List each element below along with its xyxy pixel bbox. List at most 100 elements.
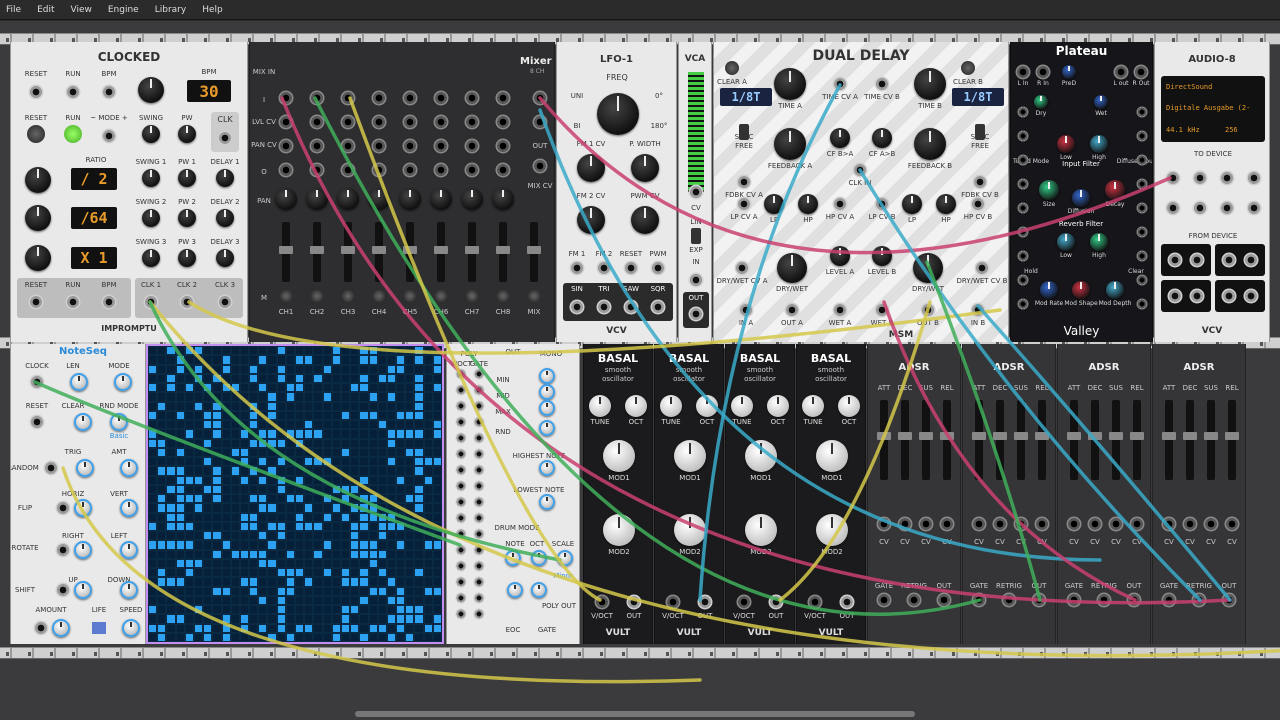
- audio-sample-rate[interactable]: 44.1 kHz: [1166, 126, 1200, 134]
- retrig-jack[interactable]: [1191, 592, 1207, 608]
- clear-b-button[interactable]: [961, 61, 975, 75]
- noteseq-jack[interactable]: [43, 460, 59, 476]
- pw-2-knob[interactable]: [178, 209, 196, 227]
- tune-knob[interactable]: [731, 395, 753, 417]
- mod1-knob[interactable]: [674, 440, 706, 472]
- hp-a-knob[interactable]: [798, 194, 818, 214]
- clk2-out-jack[interactable]: [179, 294, 195, 310]
- adsr-slider[interactable]: [1035, 400, 1049, 480]
- mod1-knob[interactable]: [745, 440, 777, 472]
- mixer-out-jack-3[interactable]: [340, 162, 356, 178]
- noteseq-jack[interactable]: [55, 582, 71, 598]
- noteseq-out-knob[interactable]: [505, 550, 521, 566]
- dry-wet-b-knob[interactable]: [913, 253, 943, 283]
- mixer-pan-knob-1[interactable]: [275, 188, 297, 210]
- poly-out-jack[interactable]: [455, 528, 467, 540]
- from-device-jack[interactable]: [1167, 288, 1183, 304]
- noteseq-jack[interactable]: [55, 542, 71, 558]
- mixer-out-jack-7[interactable]: [464, 162, 480, 178]
- osc-out-jack[interactable]: [768, 594, 784, 610]
- vca-cv-jack[interactable]: [688, 184, 704, 200]
- mixer-lvl-cv-jack-3[interactable]: [340, 114, 356, 130]
- plateau-cv-jack[interactable]: [1136, 298, 1148, 310]
- retrig-jack[interactable]: [1096, 592, 1112, 608]
- mixer-lvl-cv-jack-6[interactable]: [433, 114, 449, 130]
- adsr-slider[interactable]: [940, 400, 954, 480]
- oct-knob[interactable]: [625, 395, 647, 417]
- crossfeed-b-a-knob[interactable]: [830, 128, 850, 148]
- plateau-cv-jack[interactable]: [1136, 202, 1148, 214]
- adsr-cv-jack[interactable]: [918, 516, 934, 532]
- plateau-cv-jack[interactable]: [1017, 106, 1029, 118]
- v-oct-jack[interactable]: [665, 594, 681, 610]
- osc-out-jack[interactable]: [697, 594, 713, 610]
- noteseq-knob[interactable]: [76, 459, 94, 477]
- adsr-slider[interactable]: [1109, 400, 1123, 480]
- in-a-jack[interactable]: [738, 302, 754, 318]
- adsr-slider[interactable]: [1014, 400, 1028, 480]
- mixer-pan-knob-7[interactable]: [461, 188, 483, 210]
- ratio-2-knob[interactable]: [25, 205, 51, 231]
- from-device-jack[interactable]: [1221, 252, 1237, 268]
- adsr-slider[interactable]: [1183, 400, 1197, 480]
- osc-out-jack[interactable]: [626, 594, 642, 610]
- master-tempo-knob[interactable]: [138, 77, 164, 103]
- plateau-knob[interactable]: [1072, 189, 1090, 207]
- sqr-out-jack[interactable]: [650, 299, 666, 315]
- delay-1-knob[interactable]: [216, 169, 234, 187]
- plateau-knob[interactable]: [1094, 95, 1108, 109]
- feedback-b-knob[interactable]: [914, 128, 946, 160]
- run-out-jack[interactable]: [65, 294, 81, 310]
- v-oct-jack[interactable]: [736, 594, 752, 610]
- noteseq-jack[interactable]: [55, 500, 71, 516]
- from-device-jack[interactable]: [1243, 252, 1259, 268]
- level-b-knob[interactable]: [872, 246, 892, 266]
- plateau-knob[interactable]: [1105, 180, 1125, 200]
- mixer-lvl-cv-jack-7[interactable]: [464, 114, 480, 130]
- dry-wet-cv-b-jack[interactable]: [974, 260, 990, 276]
- adsr-cv-jack[interactable]: [1203, 516, 1219, 532]
- mixer-pan-knob-5[interactable]: [399, 188, 421, 210]
- adsr-slider[interactable]: [877, 400, 891, 480]
- gate-out-jack[interactable]: [473, 480, 485, 492]
- poly-out-jack[interactable]: [455, 464, 467, 476]
- mixer-fader-3[interactable]: [341, 222, 355, 282]
- gate-out-jack[interactable]: [473, 592, 485, 604]
- menu-help[interactable]: Help: [202, 5, 223, 15]
- plateau-cv-jack[interactable]: [1136, 226, 1148, 238]
- delay-2-knob[interactable]: [216, 209, 234, 227]
- lp-cv-b-jack[interactable]: [874, 196, 890, 212]
- noteseq-out-knob[interactable]: [507, 582, 523, 598]
- plateau-cv-jack[interactable]: [1136, 130, 1148, 142]
- noteseq-knob[interactable]: [52, 619, 70, 637]
- poly-out-jack[interactable]: [455, 608, 467, 620]
- dry-wet-a-knob[interactable]: [777, 253, 807, 283]
- hp-cv-b-jack[interactable]: [970, 196, 986, 212]
- mixer-pan-knob-2[interactable]: [306, 188, 328, 210]
- noteseq-out-knob[interactable]: [539, 420, 555, 436]
- gate-jack[interactable]: [1066, 592, 1082, 608]
- poly-out-jack[interactable]: [455, 384, 467, 396]
- retrig-jack[interactable]: [906, 592, 922, 608]
- adsr-cv-jack[interactable]: [1224, 516, 1240, 532]
- plateau-cv-jack[interactable]: [1017, 130, 1029, 142]
- from-device-jack[interactable]: [1243, 288, 1259, 304]
- poly-out-jack[interactable]: [455, 544, 467, 556]
- noteseq-out-knob[interactable]: [539, 368, 555, 384]
- gate-out-jack[interactable]: [473, 432, 485, 444]
- mixer-out-jack-1[interactable]: [278, 162, 294, 178]
- plateau-cv-jack[interactable]: [1017, 178, 1029, 190]
- swing-knob[interactable]: [142, 125, 160, 143]
- reset-jack[interactable]: [623, 260, 639, 276]
- adsr-cv-jack[interactable]: [1066, 516, 1082, 532]
- plateau-cv-jack[interactable]: [1017, 202, 1029, 214]
- fm1-knob[interactable]: [577, 154, 605, 182]
- saw-out-jack[interactable]: [623, 299, 639, 315]
- mixer-fader-8[interactable]: [496, 222, 510, 282]
- noteseq-out-knob[interactable]: [539, 460, 555, 476]
- gate-out-jack[interactable]: [473, 496, 485, 508]
- env-out-jack[interactable]: [1221, 592, 1237, 608]
- audio-block-size[interactable]: 256: [1225, 126, 1238, 134]
- clk-out-jack[interactable]: [217, 130, 233, 146]
- adsr-slider[interactable]: [1225, 400, 1239, 480]
